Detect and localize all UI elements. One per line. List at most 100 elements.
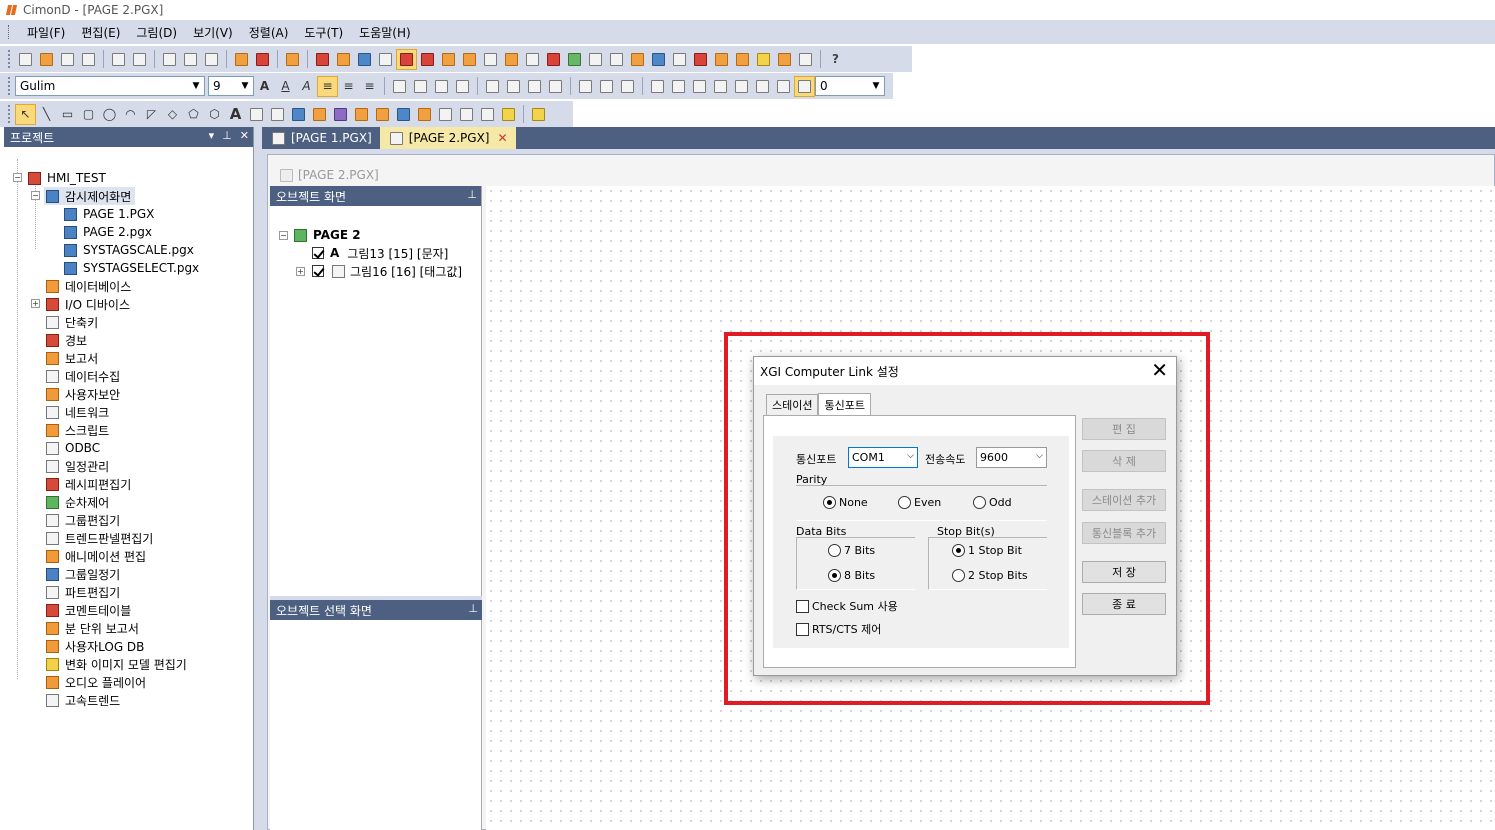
tree-item-groupschedule[interactable]: 그룹일정기 (44, 565, 120, 583)
tab-page2[interactable]: [PAGE 2.PGX] ✕ (379, 127, 516, 149)
select-arrow-icon[interactable]: ↖ (15, 103, 36, 125)
tree-root[interactable]: HMI_TEST (26, 169, 106, 187)
script-icon[interactable] (460, 50, 479, 69)
align-objects-left-icon[interactable] (483, 77, 502, 96)
tree-item-hotkey[interactable]: 단축키 (44, 313, 98, 331)
trend-panel-icon[interactable] (607, 50, 626, 69)
expand-icon[interactable]: + (296, 267, 305, 276)
line-width-combo[interactable]: 0 ▼ (815, 76, 885, 96)
collapse-icon[interactable]: − (279, 231, 288, 240)
same-size-icon[interactable] (618, 77, 637, 96)
cut-icon[interactable] (160, 50, 179, 69)
underline-icon[interactable]: A (276, 77, 295, 96)
group-editor-icon[interactable] (586, 50, 605, 69)
part-editor-icon[interactable] (670, 50, 689, 69)
add-station-button[interactable]: 스테이션 추가 (1082, 489, 1166, 511)
audio-icon[interactable] (775, 50, 794, 69)
help-icon[interactable]: ? (826, 50, 845, 69)
port-select[interactable]: COM1 ⌵ (848, 447, 918, 468)
tools-icon[interactable] (283, 50, 302, 69)
monitor-icon[interactable] (355, 50, 374, 69)
send-back-icon[interactable] (453, 77, 472, 96)
stopbits-2-radio[interactable]: 2 Stop Bits (952, 569, 1028, 582)
flip-vertical-icon[interactable] (711, 77, 730, 96)
same-height-icon[interactable] (597, 77, 616, 96)
object-item[interactable]: 그림16 [16] [태그값] (312, 262, 462, 280)
ellipse-icon[interactable]: ◯ (100, 105, 119, 124)
object-item[interactable]: A 그림13 [15] [문자] (312, 244, 448, 262)
symbol-icon[interactable] (310, 105, 329, 124)
align-center-icon[interactable]: ≡ (339, 77, 358, 96)
stopbits-1-radio[interactable]: 1 Stop Bit (952, 544, 1022, 557)
parity-odd-radio[interactable]: Odd (973, 496, 1012, 509)
bar-graph-icon[interactable] (373, 105, 392, 124)
save-button[interactable]: 저 장 (1082, 561, 1166, 583)
image-icon[interactable] (499, 105, 518, 124)
tree-item-audio[interactable]: 오디오 플레이어 (44, 673, 146, 691)
chevron-down-icon[interactable]: ▼ (237, 77, 253, 95)
tree-item-userlog[interactable]: 사용자LOG DB (44, 637, 144, 655)
baud-select[interactable]: 9600 ⌵ (976, 447, 1047, 468)
rectangle-icon[interactable]: ▭ (58, 105, 77, 124)
rtscts-checkbox[interactable]: RTS/CTS 제어 (796, 621, 881, 637)
edit-button[interactable]: 편 집 (1082, 418, 1166, 440)
tree-item-page[interactable]: PAGE 1.PGX (62, 205, 154, 223)
ocx-icon[interactable] (331, 105, 350, 124)
polyline-icon[interactable]: ◸ (142, 105, 161, 124)
polygon-icon[interactable]: ◇ (163, 105, 182, 124)
space-vertical-icon[interactable] (669, 77, 688, 96)
tree-item-parts[interactable]: 파트편집기 (44, 583, 120, 601)
save-all-icon[interactable] (79, 50, 98, 69)
menu-draw[interactable]: 그림(D) (128, 24, 185, 41)
menu-edit[interactable]: 편집(E) (73, 24, 128, 41)
databits-8-radio[interactable]: 8 Bits (828, 569, 875, 582)
animation-icon[interactable] (628, 50, 647, 69)
space-horizontal-icon[interactable] (648, 77, 667, 96)
tree-item-screens[interactable]: 감시제어화면 (44, 187, 136, 205)
fast-trend-icon[interactable] (796, 50, 815, 69)
tree-item-trendpanel[interactable]: 트렌드판넬편집기 (44, 529, 153, 547)
arc-icon[interactable]: ◠ (121, 105, 140, 124)
print-preview-icon[interactable] (130, 50, 149, 69)
tab-page1[interactable]: [PAGE 1.PGX] (262, 127, 380, 149)
menu-file[interactable]: 파일(F) (19, 24, 73, 41)
tree-item-page[interactable]: SYSTAGSCALE.pgx (62, 241, 194, 259)
align-objects-center-icon[interactable] (504, 77, 523, 96)
comment-table-icon[interactable] (691, 50, 710, 69)
chevron-down-icon[interactable]: ▼ (188, 77, 204, 95)
tree-item-odbc[interactable]: ODBC (44, 439, 100, 457)
meter-icon[interactable] (352, 105, 371, 124)
tree-item-alarm[interactable]: 경보 (44, 331, 87, 349)
database-icon[interactable] (334, 50, 353, 69)
align-left-icon[interactable]: ≡ (317, 75, 338, 97)
chevron-down-icon[interactable]: ⌵ (1036, 451, 1043, 461)
menu-tools[interactable]: 도구(T) (296, 24, 351, 41)
copy-icon[interactable] (181, 50, 200, 69)
pin-icon[interactable]: ⊥ (468, 602, 478, 615)
tree-item-report[interactable]: 보고서 (44, 349, 98, 367)
flip-horizontal-icon[interactable] (690, 77, 709, 96)
menu-help[interactable]: 도움말(H) (351, 24, 419, 41)
font-size-combo[interactable]: 9 ▼ (208, 76, 254, 96)
tree-item-page[interactable]: SYSTAGSELECT.pgx (62, 259, 199, 277)
menu-view[interactable]: 보기(V) (185, 24, 241, 41)
tab-station[interactable]: 스테이션 (766, 394, 819, 415)
polygon-2-icon[interactable]: ⬠ (184, 105, 203, 124)
replace-icon[interactable] (253, 50, 272, 69)
recipe-icon[interactable] (544, 50, 563, 69)
tree-item-comment[interactable]: 코멘트테이블 (44, 601, 131, 619)
close-icon[interactable]: ✕ (240, 129, 249, 142)
network-icon[interactable] (376, 50, 395, 69)
tree-item-usersecurity[interactable]: 사용자보안 (44, 385, 120, 403)
text-icon[interactable]: A (226, 105, 245, 124)
same-width-icon[interactable] (576, 77, 595, 96)
user-security-icon[interactable] (439, 50, 458, 69)
bold-icon[interactable]: A (255, 77, 274, 96)
tree-item-recipe[interactable]: 레시피편집기 (44, 475, 131, 493)
line-icon[interactable]: ╲ (37, 105, 56, 124)
visible-checkbox[interactable] (312, 247, 324, 259)
picture-icon[interactable] (289, 105, 308, 124)
window-icon[interactable] (394, 105, 413, 124)
tab-comm-port[interactable]: 통신포트 (818, 393, 871, 415)
image-model-icon[interactable] (754, 50, 773, 69)
